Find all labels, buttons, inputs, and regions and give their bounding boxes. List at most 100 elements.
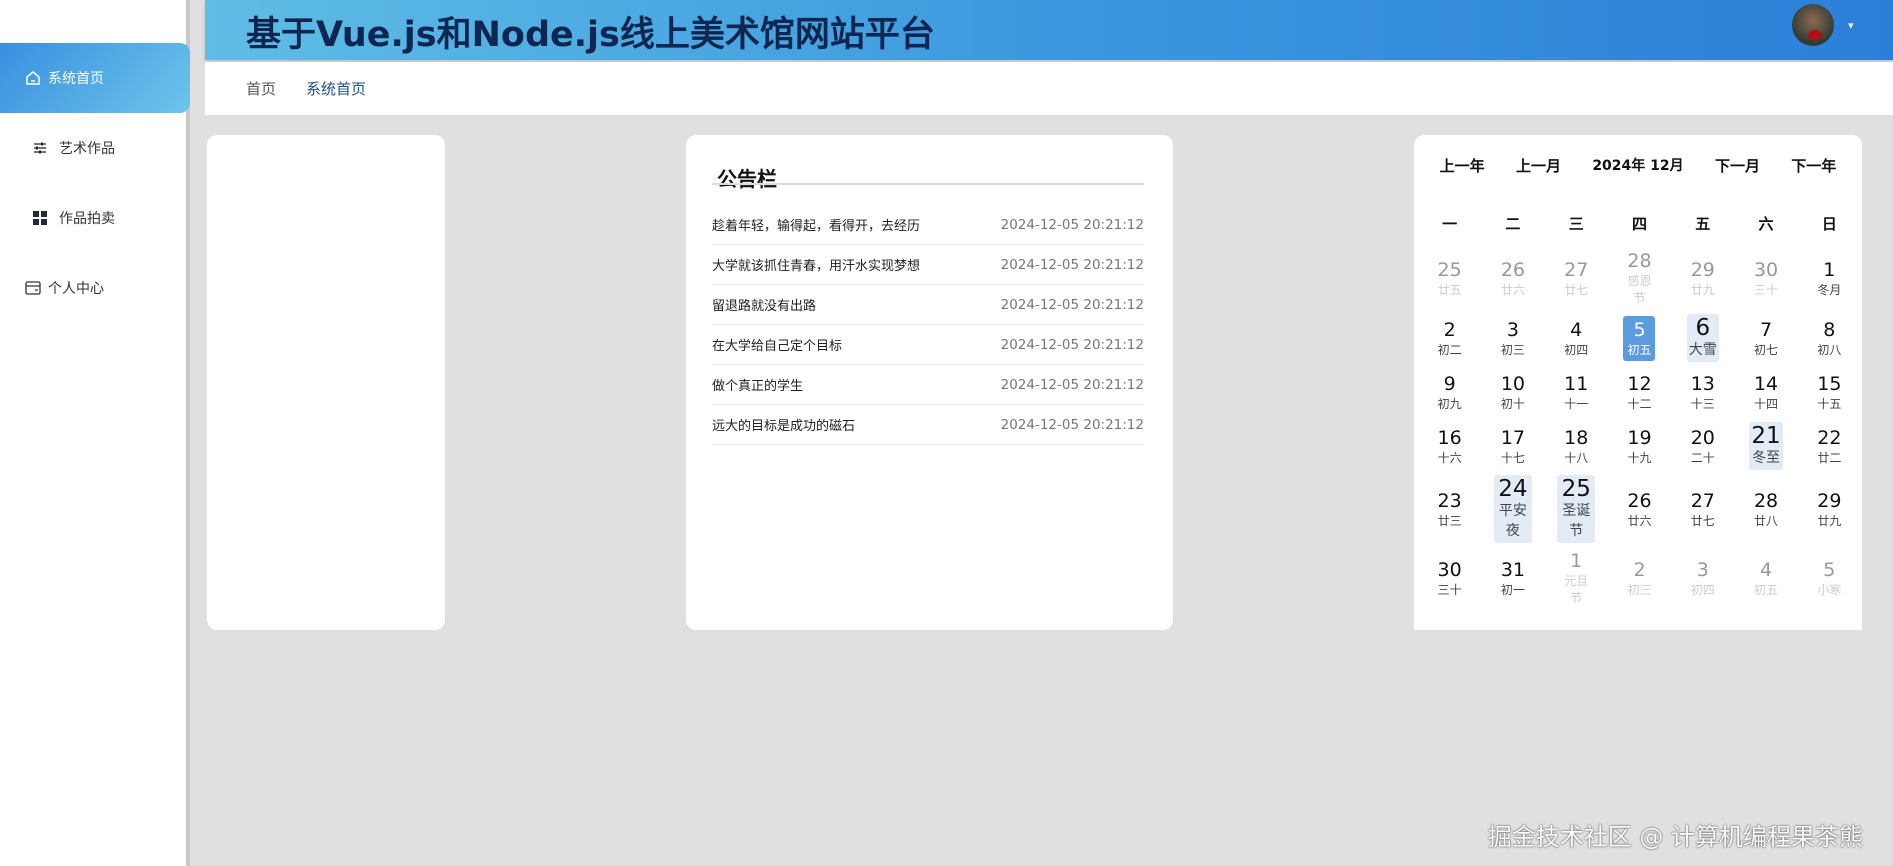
- day-number: 14: [1753, 372, 1779, 395]
- sidebar-item-home[interactable]: 系统首页: [0, 43, 190, 113]
- calendar-day[interactable]: 24 平安夜: [1481, 475, 1544, 543]
- breadcrumb-home[interactable]: 首页: [246, 78, 276, 99]
- lunar-date: 廿八: [1754, 513, 1779, 528]
- day-number: 4: [1570, 318, 1583, 341]
- calendar-day[interactable]: 7 初七: [1734, 313, 1797, 363]
- chevron-down-icon[interactable]: ▾: [1848, 19, 1854, 32]
- next-month-button[interactable]: 下一月: [1715, 155, 1760, 176]
- lunar-date: 廿七: [1564, 282, 1589, 297]
- calendar-day[interactable]: 5 小寒: [1798, 547, 1861, 609]
- lunar-date: 十四: [1754, 396, 1779, 411]
- day-box: 1 元旦节: [1558, 547, 1594, 609]
- day-box: 27 廿七: [1687, 487, 1719, 532]
- lunar-date: 廿六: [1627, 513, 1652, 528]
- calendar-day[interactable]: 23 廿三: [1418, 475, 1481, 543]
- home-icon: [24, 69, 42, 87]
- calendar-day[interactable]: 26 廿六: [1481, 247, 1544, 309]
- page-title: 基于Vue.js和Node.js线上美术馆网站平台: [246, 15, 935, 55]
- notice-text: 远大的目标是成功的磁石: [712, 419, 856, 434]
- day-box: 3 初三: [1497, 316, 1529, 361]
- calendar-day[interactable]: 22 廿二: [1798, 421, 1861, 471]
- day-number: 28: [1753, 489, 1779, 512]
- sidebar-item-auction[interactable]: 作品拍卖: [0, 183, 190, 253]
- day-box: 29 廿九: [1687, 256, 1719, 301]
- calendar-day[interactable]: 28 廿八: [1734, 475, 1797, 543]
- calendar-day[interactable]: 26 廿六: [1608, 475, 1671, 543]
- calendar-day[interactable]: 31 初一: [1481, 547, 1544, 609]
- calendar-day[interactable]: 6 大雪: [1671, 313, 1734, 363]
- notice-item[interactable]: 做个真正的学生 2024-12-05 20:21:12: [712, 365, 1144, 405]
- lunar-date: 廿二: [1817, 450, 1842, 465]
- lunar-date: 廿六: [1500, 282, 1525, 297]
- prev-year-button[interactable]: 上一年: [1440, 155, 1485, 176]
- calendar-day[interactable]: 3 初四: [1671, 547, 1734, 609]
- calendar-day[interactable]: 9 初九: [1418, 367, 1481, 417]
- day-number: 31: [1500, 558, 1526, 581]
- calendar-day[interactable]: 1 冬月: [1798, 247, 1861, 309]
- day-number: 16: [1437, 426, 1462, 449]
- day-box: 25 廿五: [1434, 256, 1466, 301]
- day-box: 2 初三: [1623, 556, 1655, 601]
- calendar-day[interactable]: 15 十五: [1798, 367, 1861, 417]
- notice-item[interactable]: 远大的目标是成功的磁石 2024-12-05 20:21:12: [712, 405, 1144, 445]
- lunar-date: 十七: [1500, 450, 1525, 465]
- day-number: 1: [1570, 550, 1583, 572]
- lunar-date: 初四: [1690, 582, 1715, 597]
- calendar-day[interactable]: 10 初十: [1481, 367, 1544, 417]
- calendar-day[interactable]: 25 廿五: [1418, 247, 1481, 309]
- prev-month-button[interactable]: 上一月: [1516, 155, 1561, 176]
- sidebar-item-profile[interactable]: 个人中心: [0, 253, 190, 323]
- calendar-day[interactable]: 21 冬至: [1734, 421, 1797, 471]
- calendar-day[interactable]: 1 元旦节: [1545, 547, 1608, 609]
- calendar-day[interactable]: 30 三十: [1418, 547, 1481, 609]
- calendar-day[interactable]: 25 圣诞节: [1545, 475, 1608, 543]
- day-number: 22: [1817, 426, 1842, 449]
- sidebar-item-label: 艺术作品: [59, 141, 115, 157]
- day-box: 30 三十: [1750, 256, 1782, 301]
- calendar-day[interactable]: 19 十九: [1608, 421, 1671, 471]
- calendar-day[interactable]: 17 十七: [1481, 421, 1544, 471]
- calendar-day[interactable]: 29 廿九: [1671, 247, 1734, 309]
- day-box: 16 十六: [1434, 424, 1466, 469]
- day-box: 15 十五: [1813, 370, 1845, 415]
- weekday-label: 日: [1821, 215, 1837, 233]
- calendar-day[interactable]: 27 廿七: [1545, 247, 1608, 309]
- calendar-day[interactable]: 11 十一: [1545, 367, 1608, 417]
- notice-title: 公告栏: [717, 167, 777, 191]
- day-box: 3 初四: [1687, 556, 1719, 601]
- calendar-day[interactable]: 2 初二: [1418, 313, 1481, 363]
- notice-item[interactable]: 留退路就没有出路 2024-12-05 20:21:12: [712, 285, 1144, 325]
- calendar-day[interactable]: 18 十八: [1545, 421, 1608, 471]
- calendar-day[interactable]: 3 初三: [1481, 313, 1544, 363]
- day-box: 18 十八: [1560, 424, 1592, 469]
- calendar-day[interactable]: 4 初四: [1545, 313, 1608, 363]
- calendar-day[interactable]: 20 二十: [1671, 421, 1734, 471]
- calendar-day[interactable]: 16 十六: [1418, 421, 1481, 471]
- calendar-day[interactable]: 12 十二: [1608, 367, 1671, 417]
- notice-item[interactable]: 大学就该抓住青春，用汗水实现梦想 2024-12-05 20:21:12: [712, 245, 1144, 285]
- day-number: 6: [1695, 315, 1711, 341]
- notice-text: 做个真正的学生: [712, 379, 804, 394]
- day-number: 25: [1437, 258, 1462, 281]
- calendar-day[interactable]: 5 初五: [1608, 313, 1671, 363]
- current-month: 2024年 12月: [1592, 158, 1684, 174]
- calendar-day[interactable]: 13 十三: [1671, 367, 1734, 417]
- calendar-day[interactable]: 8 初八: [1798, 313, 1861, 363]
- day-box: 8 初八: [1813, 316, 1845, 361]
- calendar-day[interactable]: 28 感恩节: [1608, 247, 1671, 309]
- calendar-day[interactable]: 4 初五: [1734, 547, 1797, 609]
- calendar-day[interactable]: 29 廿九: [1798, 475, 1861, 543]
- calendar-day[interactable]: 14 十四: [1734, 367, 1797, 417]
- calendar-day[interactable]: 2 初三: [1608, 547, 1671, 609]
- notice-item[interactable]: 趁着年轻，输得起，看得开，去经历 2024-12-05 20:21:12: [712, 205, 1144, 245]
- day-box: 26 廿六: [1497, 256, 1529, 301]
- day-box: 13 十三: [1687, 370, 1719, 415]
- notice-item[interactable]: 在大学给自己定个目标 2024-12-05 20:21:12: [712, 325, 1144, 365]
- avatar[interactable]: [1792, 4, 1834, 46]
- next-year-button[interactable]: 下一年: [1791, 155, 1836, 176]
- lunar-date: 初九: [1437, 396, 1462, 411]
- calendar-day[interactable]: 27 廿七: [1671, 475, 1734, 543]
- notice-board: 公告栏 趁着年轻，输得起，看得开，去经历 2024-12-05 20:21:12 大…: [686, 135, 1173, 630]
- sidebar-item-artworks[interactable]: 艺术作品: [0, 113, 190, 183]
- calendar-day[interactable]: 30 三十: [1734, 247, 1797, 309]
